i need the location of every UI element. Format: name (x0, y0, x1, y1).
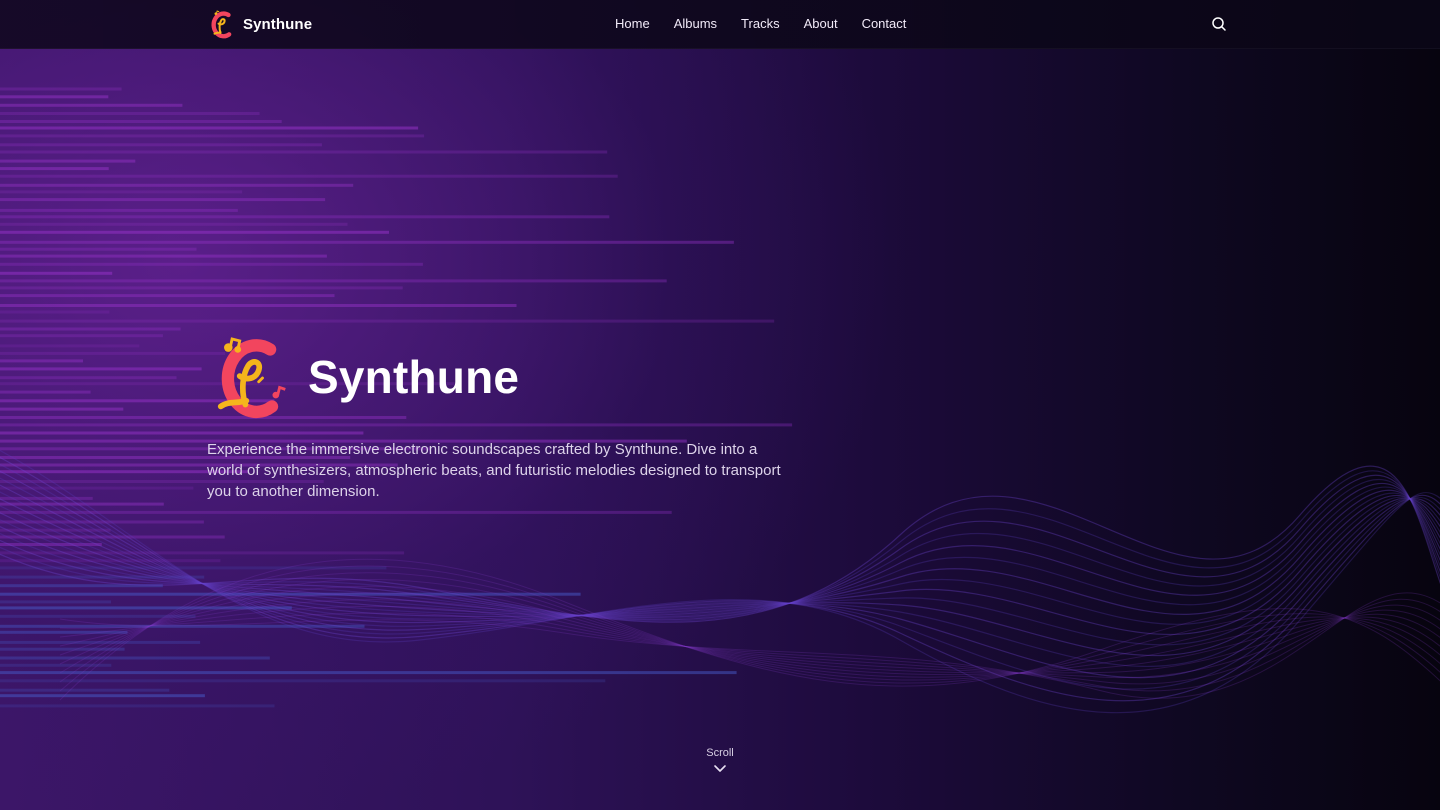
background-wave-line (0, 482, 1440, 619)
background-stripe (0, 376, 177, 380)
background-stripe (0, 694, 205, 698)
background-stripe (0, 671, 737, 675)
background-stripe (0, 247, 197, 251)
background-stripe (0, 367, 202, 371)
nav-item-about[interactable]: About (804, 16, 838, 32)
background-stripe (0, 304, 517, 307)
background-stripe (0, 208, 238, 212)
hero-title: Synthune (308, 351, 520, 403)
background-stripe (0, 679, 606, 683)
background-stripe (0, 407, 124, 411)
site-header: Synthune Home Albums Tracks About Contac… (0, 0, 1440, 49)
background-stripe (0, 663, 112, 667)
background-stripe (0, 688, 170, 692)
background-stripe (0, 327, 181, 331)
brand-logo-icon (211, 10, 232, 39)
brand-link[interactable]: Synthune (209, 9, 312, 39)
background-stripe (0, 319, 775, 323)
scroll-label: Scroll (706, 747, 734, 759)
background-stripe (0, 126, 419, 130)
background-stripe (0, 334, 163, 338)
background-stripe (0, 535, 225, 539)
nav-item-home[interactable]: Home (615, 16, 650, 32)
background-stripe (0, 656, 270, 660)
page: Synthune Home Albums Tracks About Contac… (0, 0, 1440, 810)
background-stripe (0, 134, 425, 138)
background-stripe (0, 294, 335, 298)
background-stripe (0, 167, 109, 171)
nav-item-tracks[interactable]: Tracks (741, 16, 780, 32)
background-stripe (0, 230, 389, 234)
background-stripe (0, 390, 91, 394)
background-stripe (0, 351, 226, 355)
background-stripe (0, 262, 423, 266)
main-nav: Home Albums Tracks About Contact (615, 16, 906, 32)
brand-name: Synthune (243, 15, 313, 33)
background-stripe (0, 222, 348, 226)
background-stripe (0, 198, 326, 202)
background-stripe (0, 143, 322, 147)
background-stripe (0, 704, 275, 708)
background-stripe (0, 271, 113, 275)
background-stripe (0, 95, 109, 99)
search-button[interactable] (1211, 16, 1227, 32)
background-stripe (0, 431, 364, 435)
background-stripe (0, 624, 365, 628)
hero-title-row: Synthune (215, 332, 519, 422)
background-stripe (0, 510, 672, 514)
background-stripe (0, 87, 122, 91)
background-stripe (0, 159, 136, 163)
hero-description: Experience the immersive electronic soun… (207, 441, 781, 500)
background-stripe (0, 286, 403, 290)
nav-item-contact[interactable]: Contact (862, 16, 907, 32)
background-stripe (0, 359, 83, 363)
background-stripe (0, 240, 734, 244)
hero-logo-icon (217, 337, 286, 419)
background-stripe (0, 600, 111, 604)
background-stripe (0, 344, 140, 348)
background-wave-line (0, 484, 1440, 657)
background-stripe (0, 279, 667, 283)
chevron-down-icon (714, 765, 726, 772)
background-stripe (0, 103, 183, 107)
background-stripe (0, 310, 110, 314)
background-stripe (0, 254, 327, 258)
background-stripe (0, 174, 618, 178)
background-stripe (0, 215, 610, 219)
background-stripe (0, 150, 608, 154)
search-icon (1212, 17, 1226, 31)
background-stripe (0, 112, 260, 115)
background-stripe (0, 190, 243, 194)
background-stripe (0, 423, 793, 427)
scroll-indicator[interactable]: Scroll (690, 746, 750, 774)
background-stripe (0, 120, 282, 123)
background-wave-line (0, 491, 1440, 646)
nav-item-albums[interactable]: Albums (674, 16, 717, 32)
background-stripe (0, 183, 354, 187)
